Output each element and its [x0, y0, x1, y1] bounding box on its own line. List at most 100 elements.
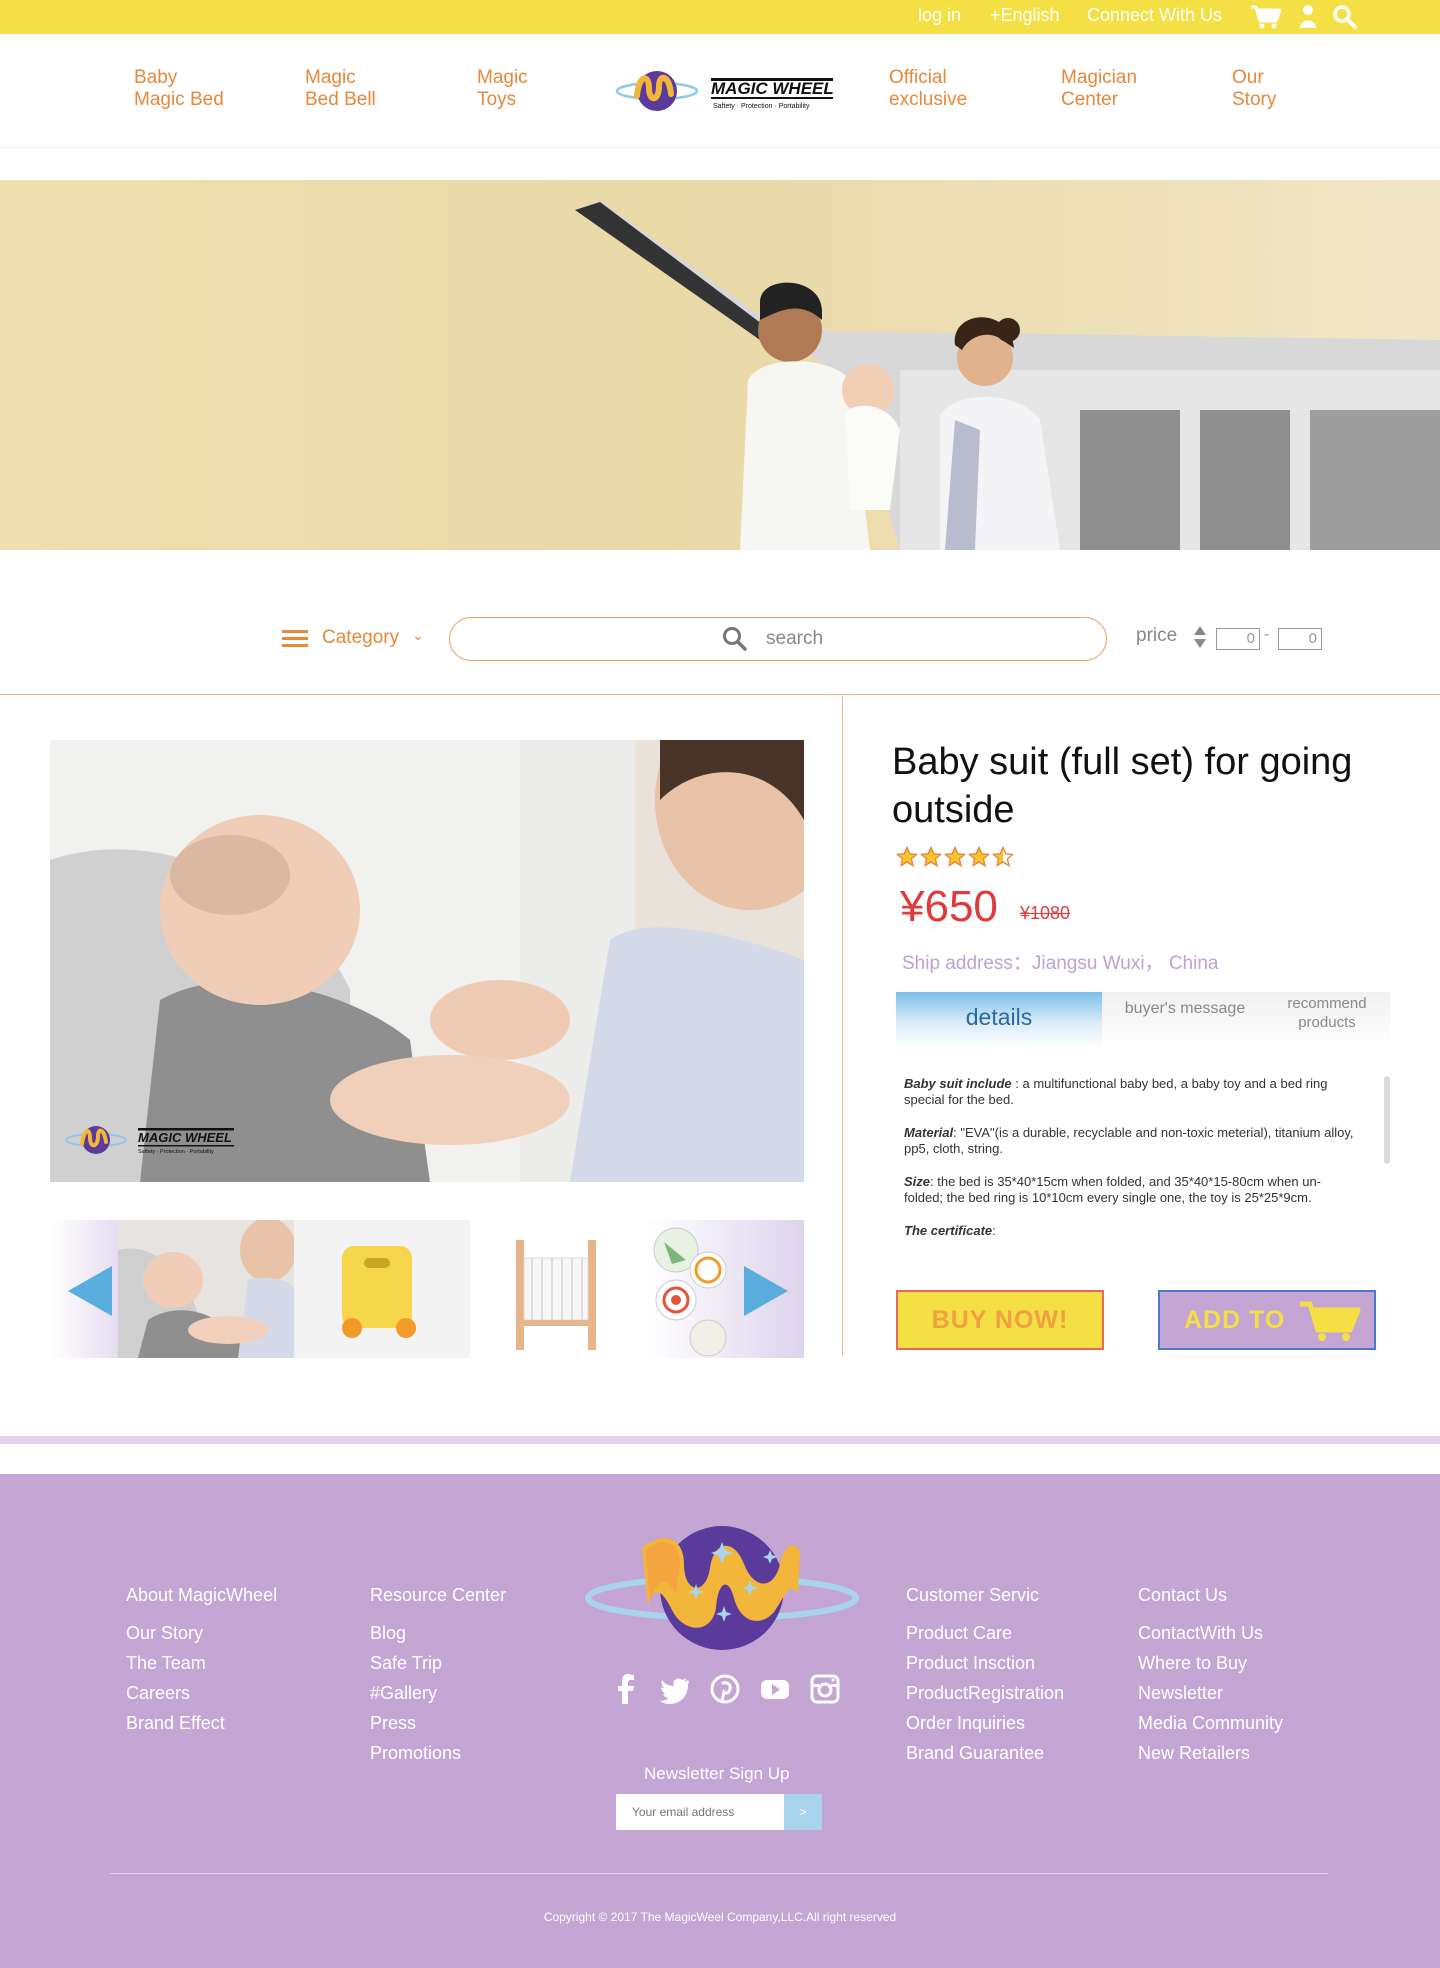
footer-link[interactable]: Promotions	[370, 1738, 506, 1768]
star-icon	[968, 846, 990, 868]
pinterest-icon[interactable]	[710, 1674, 740, 1704]
cart-icon	[1300, 1301, 1361, 1341]
footer-link[interactable]: Product Insction	[906, 1648, 1064, 1678]
chevron-down-icon[interactable]: ⌄	[412, 627, 424, 644]
top-bar: log in +English Connect With Us	[0, 0, 1440, 34]
user-icon[interactable]	[1298, 4, 1318, 30]
carousel-next-arrow-icon[interactable]	[742, 1266, 788, 1316]
footer-link[interactable]: Media Community	[1138, 1708, 1283, 1738]
footer-link[interactable]: Product Care	[906, 1618, 1064, 1648]
nav-our-story[interactable]: Our Story	[1232, 67, 1276, 111]
product-title: Baby suit (full set) for going outside	[892, 741, 1353, 831]
category-dropdown[interactable]: Category	[322, 627, 399, 649]
description-text: :	[992, 1223, 996, 1238]
connect-link[interactable]: Connect With Us	[1087, 5, 1222, 26]
footer-link[interactable]: Press	[370, 1708, 506, 1738]
tab-buyers-message[interactable]: buyer's message	[1110, 1000, 1260, 1018]
logo-tagline: Saftety · Protection · Portability	[713, 103, 810, 110]
product-description: Baby suit include : a multifunctional ba…	[904, 1076, 1360, 1238]
description-scrollbar[interactable]	[1384, 1076, 1390, 1164]
footer-link[interactable]: ProductRegistration	[906, 1678, 1064, 1708]
description-label: Baby suit include	[904, 1076, 1012, 1091]
description-paragraph: The certificate:	[904, 1223, 1360, 1238]
description-paragraph: Baby suit include : a multifunctional ba…	[904, 1076, 1360, 1108]
newsletter-title: Newsletter Sign Up	[644, 1764, 790, 1783]
star-icon	[920, 846, 942, 868]
footer-heading: Resource Center	[370, 1585, 507, 1605]
description-label: Material	[904, 1125, 954, 1140]
product-main-image[interactable]: MAGIC WHEEL Saftety · Protection · Porta…	[50, 740, 804, 1182]
footer-link[interactable]: Safe Trip	[370, 1648, 506, 1678]
youtube-icon[interactable]	[760, 1674, 790, 1704]
cart-icon[interactable]	[1250, 4, 1282, 30]
footer-strip	[0, 1436, 1440, 1444]
logo-text: MAGIC WHEEL	[711, 79, 834, 98]
footer-link[interactable]: Order Inquiries	[906, 1708, 1064, 1738]
nav-baby-magic-bed[interactable]: Baby Magic Bed	[134, 67, 224, 111]
photo-logo-text: MAGIC WHEEL	[138, 1130, 232, 1145]
search-icon[interactable]	[722, 626, 748, 652]
copyright-text: Copyright © 2017 The MagicWeel Company,L…	[543, 1910, 897, 1924]
thumbnail-crib[interactable]	[470, 1220, 646, 1358]
tab-details[interactable]: details	[896, 992, 1102, 1048]
current-price: ¥650	[900, 882, 998, 931]
footer-col-contact: Contact Us ContactWith Us Where to Buy N…	[1138, 1580, 1283, 1768]
description-paragraph: Size: the bed is 35*40*15cm when folded,…	[904, 1174, 1360, 1206]
footer-col-about: About MagicWheel Our Story The Team Care…	[126, 1580, 277, 1738]
nav-official-exclusive[interactable]: Official exclusive	[889, 67, 967, 111]
footer-logo[interactable]	[584, 1524, 860, 1656]
newsletter-submit-button[interactable]: >	[784, 1794, 822, 1830]
thumbnail-carousel	[50, 1220, 804, 1358]
price-label: price	[1136, 625, 1178, 646]
product-tabs: details buyer's message recommend produc…	[896, 992, 1390, 1048]
language-link[interactable]: +English	[990, 5, 1060, 26]
social-links	[612, 1674, 840, 1704]
footer-link[interactable]: Newsletter	[1138, 1678, 1283, 1708]
star-icon	[896, 846, 918, 868]
menu-icon[interactable]	[282, 630, 308, 648]
photo-logo-tagline: Saftety · Protection · Portability	[138, 1149, 214, 1155]
carousel-prev-arrow-icon[interactable]	[68, 1266, 114, 1316]
twitter-icon[interactable]	[660, 1674, 690, 1704]
footer-link[interactable]: Where to Buy	[1138, 1648, 1283, 1678]
price-min-input[interactable]: 0	[1216, 628, 1260, 650]
content-divider	[842, 696, 843, 1356]
footer-link[interactable]: The Team	[126, 1648, 277, 1678]
nav-magic-bed-bell[interactable]: Magic Bed Bell	[305, 67, 376, 111]
footer-heading: Customer Servic	[906, 1585, 1040, 1605]
brand-logo[interactable]: MAGIC WHEEL Saftety · Protection · Porta…	[615, 66, 835, 116]
sort-arrows-icon[interactable]	[1192, 624, 1208, 650]
footer-link[interactable]: Our Story	[126, 1618, 277, 1648]
facebook-icon[interactable]	[612, 1674, 640, 1704]
footer-link[interactable]: #Gallery	[370, 1678, 506, 1708]
description-paragraph: Material: "EVA"(is a durable, recyclable…	[904, 1125, 1360, 1157]
price-max-input[interactable]: 0	[1278, 628, 1322, 650]
add-to-cart-button[interactable]: ADD TO	[1158, 1290, 1376, 1350]
hero-banner	[0, 180, 1440, 550]
footer-link[interactable]: Brand Effect	[126, 1708, 277, 1738]
search-placeholder: search	[766, 628, 824, 649]
footer-link[interactable]: New Retailers	[1138, 1738, 1283, 1768]
thumbnail-baby-photo[interactable]	[118, 1220, 294, 1358]
site-footer: About MagicWheel Our Story The Team Care…	[0, 1474, 1440, 1968]
nav-magician-center[interactable]: Magician Center	[1061, 67, 1137, 111]
footer-link[interactable]: ContactWith Us	[1138, 1618, 1283, 1648]
star-icon	[944, 846, 966, 868]
footer-heading: Contact Us	[1138, 1585, 1228, 1605]
login-link[interactable]: log in	[918, 5, 961, 26]
nav-magic-toys[interactable]: Magic Toys	[477, 67, 528, 111]
footer-link[interactable]: Brand Guarantee	[906, 1738, 1064, 1768]
search-input[interactable]: search	[449, 617, 1107, 661]
description-label: Size	[904, 1174, 931, 1189]
instagram-icon[interactable]	[810, 1674, 840, 1704]
thumbnail-yellow-bed[interactable]	[294, 1220, 470, 1358]
original-price: ¥1080	[1020, 903, 1071, 923]
search-icon[interactable]	[1332, 4, 1358, 30]
footer-link[interactable]: Careers	[126, 1678, 277, 1708]
footer-col-resources: Resource Center Blog Safe Trip #Gallery …	[370, 1580, 506, 1768]
buy-now-button[interactable]: BUY NOW!	[896, 1290, 1104, 1350]
tab-recommend-products[interactable]: recommend products	[1268, 994, 1386, 1032]
newsletter-email-input[interactable]	[616, 1794, 784, 1830]
description-text: : the bed is 35*40*15cm when folded, and…	[904, 1174, 1322, 1205]
footer-link[interactable]: Blog	[370, 1618, 506, 1648]
